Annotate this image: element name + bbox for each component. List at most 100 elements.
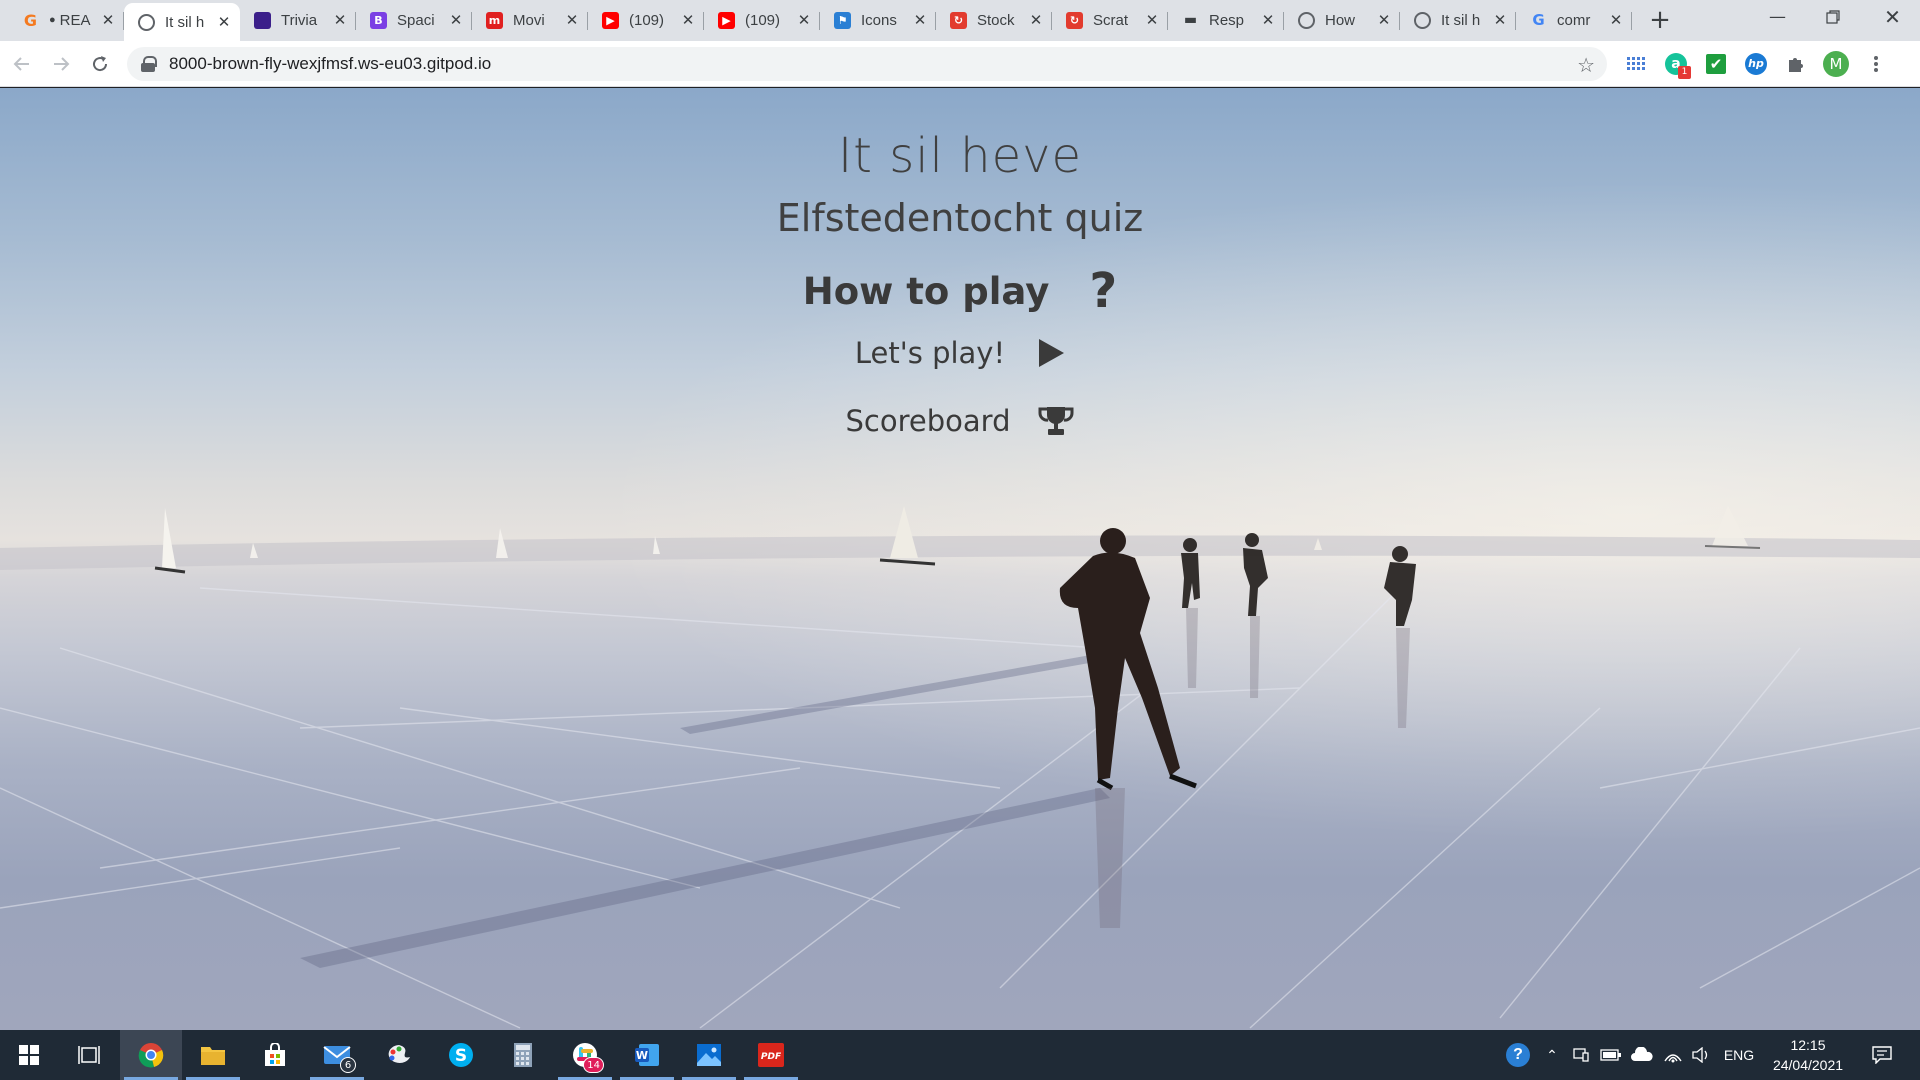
- play-icon: [1037, 338, 1065, 368]
- close-tab-icon[interactable]: ✕: [796, 11, 812, 29]
- onedrive-icon[interactable]: [1628, 1030, 1656, 1080]
- checkbox-extension-icon[interactable]: ✔: [1699, 47, 1733, 81]
- address-bar[interactable]: 8000-brown-fly-wexjfmsf.ws-eu03.gitpod.i…: [127, 46, 1607, 81]
- close-tab-icon[interactable]: ✕: [332, 11, 348, 29]
- youtube-icon: ▶: [602, 11, 619, 29]
- how-to-play-button[interactable]: How to play ?: [0, 263, 1920, 319]
- taskbar-store-button[interactable]: [244, 1030, 306, 1080]
- browser-tab[interactable]: ▬ Resp ✕: [1168, 3, 1284, 37]
- minimize-button[interactable]: —: [1750, 0, 1805, 34]
- task-view-icon: [78, 1046, 100, 1064]
- close-tab-icon[interactable]: ✕: [564, 11, 580, 29]
- close-tab-icon[interactable]: ✕: [1608, 11, 1624, 29]
- close-tab-icon[interactable]: ✕: [912, 11, 928, 29]
- browser-tab[interactable]: It sil h ✕: [124, 3, 240, 41]
- scoreboard-button[interactable]: Scoreboard: [0, 404, 1920, 438]
- browser-tab[interactable]: ⚑ Icons ✕: [820, 3, 936, 37]
- unsaved-dot: ●: [49, 14, 56, 26]
- browser-menu-icon[interactable]: [1859, 47, 1893, 81]
- chevron-up-icon[interactable]: ⌃: [1540, 1030, 1564, 1080]
- globe-icon: [138, 13, 155, 31]
- globe-icon: [1414, 11, 1431, 29]
- close-tab-icon[interactable]: ✕: [1492, 11, 1508, 29]
- taskbar-mail-button[interactable]: 6: [306, 1030, 368, 1080]
- grammarly-extension-icon[interactable]: a 1: [1659, 47, 1693, 81]
- youtube-icon: ▶: [718, 11, 735, 29]
- restore-button[interactable]: [1805, 0, 1860, 34]
- taskbar-skype-button[interactable]: S: [430, 1030, 492, 1080]
- device-icon[interactable]: [1568, 1030, 1594, 1080]
- battery-icon[interactable]: [1598, 1030, 1624, 1080]
- taskbar-slack-button[interactable]: 14: [554, 1030, 616, 1080]
- language-indicator[interactable]: ENG: [1718, 1030, 1760, 1080]
- tab-title: Trivia: [281, 11, 318, 29]
- scoreboard-label: Scoreboard: [845, 404, 1011, 438]
- forward-button[interactable]: [44, 47, 78, 81]
- page-viewport: It sil heve Elfstedentocht quiz How to p…: [0, 88, 1920, 1030]
- taskbar-pdf-button[interactable]: PDF: [740, 1030, 802, 1080]
- clock-date: 24/04/2021: [1772, 1057, 1844, 1073]
- browser-tab[interactable]: ▶ (109) ✕: [588, 3, 704, 37]
- notifications-icon[interactable]: [1862, 1030, 1902, 1080]
- notification-badge: 6: [340, 1057, 356, 1073]
- start-button[interactable]: [0, 1030, 58, 1080]
- close-tab-icon[interactable]: ✕: [1144, 11, 1160, 29]
- globe-icon: [1298, 11, 1315, 29]
- puzzle-extensions-icon[interactable]: [1779, 47, 1813, 81]
- grammarly-icon: G: [23, 10, 38, 30]
- close-window-button[interactable]: ✕: [1865, 0, 1920, 34]
- tab-title: (109): [745, 11, 781, 29]
- apps-grid-icon[interactable]: [1619, 47, 1653, 81]
- windows-logo-icon: [19, 1045, 39, 1065]
- close-tab-icon[interactable]: ✕: [448, 11, 464, 29]
- browser-tab[interactable]: ↻ Stock ✕: [936, 3, 1052, 37]
- clock[interactable]: 12:15 24/04/2021: [1764, 1030, 1852, 1080]
- reload-button[interactable]: [83, 47, 117, 81]
- new-tab-button[interactable]: +: [1642, 3, 1678, 37]
- help-icon[interactable]: ?: [1500, 1030, 1536, 1080]
- task-view-button[interactable]: [58, 1030, 120, 1080]
- taskbar-chrome-button[interactable]: [120, 1030, 182, 1080]
- reload-icon: [93, 55, 108, 71]
- browser-tab[interactable]: m Movi ✕: [472, 3, 588, 37]
- close-tab-icon[interactable]: ✕: [216, 13, 232, 31]
- device-icon: ▬: [1183, 12, 1198, 28]
- profile-avatar[interactable]: M: [1819, 47, 1853, 81]
- close-tab-icon[interactable]: ✕: [100, 11, 116, 29]
- taskbar-word-button[interactable]: W: [616, 1030, 678, 1080]
- lets-play-label: Let's play!: [854, 336, 1006, 370]
- browser-tab[interactable]: Trivia ✕: [240, 3, 356, 37]
- browser-tab[interactable]: B Spaci ✕: [356, 3, 472, 37]
- close-tab-icon[interactable]: ✕: [1376, 11, 1392, 29]
- volume-icon[interactable]: [1688, 1030, 1714, 1080]
- taskbar-photos-button[interactable]: [678, 1030, 740, 1080]
- close-tab-icon[interactable]: ✕: [680, 11, 696, 29]
- hp-extension-icon[interactable]: hp: [1739, 47, 1773, 81]
- close-tab-icon[interactable]: ✕: [1260, 11, 1276, 29]
- close-tab-icon[interactable]: ✕: [1028, 11, 1044, 29]
- browser-tab[interactable]: G ● REA ✕: [8, 3, 124, 37]
- browser-tab[interactable]: ▶ (109) ✕: [704, 3, 820, 37]
- taskbar-file-explorer-button[interactable]: [182, 1030, 244, 1080]
- tab-strip: G ● REA ✕ It sil h ✕ Trivia ✕ B Spaci ✕ m Movi ✕ ▶ (109…: [0, 0, 1920, 41]
- browser-tab[interactable]: Gcomr ✕: [1516, 3, 1632, 37]
- pdf-icon: ↻: [950, 11, 967, 29]
- back-button[interactable]: [5, 47, 39, 81]
- browser-tab[interactable]: ↻ Scrat ✕: [1052, 3, 1168, 37]
- taskbar-paint-button[interactable]: [368, 1030, 430, 1080]
- store-icon: [263, 1043, 287, 1067]
- svg-text:PDF: PDF: [761, 1052, 782, 1062]
- tab-title: How: [1325, 11, 1356, 29]
- browser-tab[interactable]: How ✕: [1284, 3, 1400, 37]
- taskbar-calculator-button[interactable]: [492, 1030, 554, 1080]
- b-icon: B: [370, 11, 387, 29]
- wifi-icon[interactable]: [1660, 1030, 1686, 1080]
- how-to-play-label: How to play: [802, 269, 1050, 313]
- bookmark-star-icon[interactable]: ☆: [1577, 53, 1595, 77]
- lets-play-button[interactable]: Let's play!: [0, 336, 1920, 370]
- tab-title: It sil h: [165, 13, 205, 31]
- browser-tab[interactable]: It sil h ✕: [1400, 3, 1516, 37]
- tab-title: Resp: [1209, 11, 1245, 29]
- arrow-left-icon: [13, 56, 29, 71]
- tab-title: REA: [59, 11, 91, 29]
